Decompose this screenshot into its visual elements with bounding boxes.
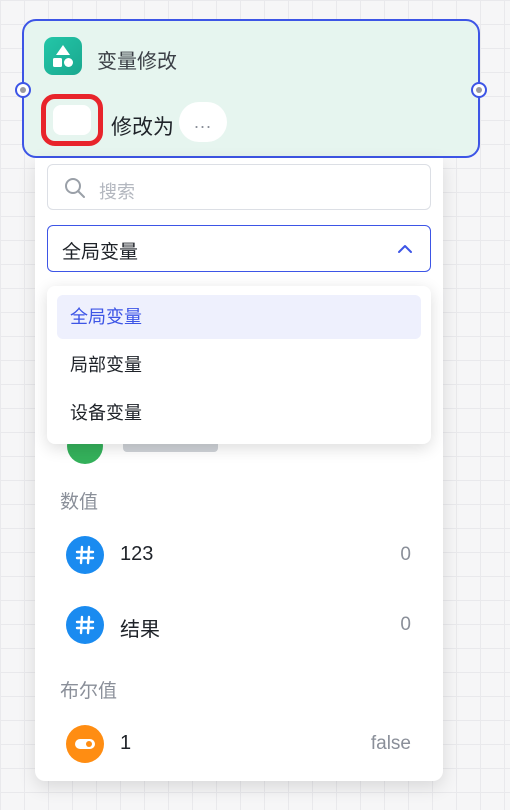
option-global-variables[interactable]: 全局变量 xyxy=(57,295,421,339)
variable-slot[interactable] xyxy=(41,94,103,146)
variable-value: false xyxy=(370,733,411,754)
variable-row[interactable]: 123 0 xyxy=(35,526,443,582)
shapes-icon xyxy=(44,37,82,75)
chevron-up-icon[interactable] xyxy=(396,240,414,263)
variable-slot-field[interactable] xyxy=(53,105,91,135)
option-device-variables[interactable]: 设备变量 xyxy=(57,391,421,435)
scope-options-menu: 全局变量 局部变量 设备变量 xyxy=(47,286,431,444)
variable-name: 1 xyxy=(120,732,132,754)
search-placeholder: 搜索 xyxy=(99,182,135,202)
input-port[interactable] xyxy=(15,82,31,98)
variable-modify-node[interactable]: 变量修改 修改为 ... xyxy=(15,19,487,158)
scope-select[interactable]: 全局变量 xyxy=(47,225,431,272)
section-label-boolean: 布尔值 xyxy=(60,681,118,702)
search-icon xyxy=(64,177,86,204)
toggle-icon xyxy=(66,725,104,763)
variable-picker-panel: 搜索 全局变量 全局变量 局部变量 设备变量 数值 123 0 结果 0 布尔值… xyxy=(35,158,443,781)
output-port[interactable] xyxy=(471,82,487,98)
value-chip[interactable]: ... xyxy=(179,102,227,142)
variable-value: 0 xyxy=(400,544,411,565)
search-input[interactable]: 搜索 xyxy=(47,164,431,210)
scope-select-value: 全局变量 xyxy=(62,242,139,263)
section-label-number: 数值 xyxy=(60,492,99,513)
node-title: 变量修改 xyxy=(97,51,177,73)
variable-name: 123 xyxy=(120,543,154,565)
variable-name: 结果 xyxy=(120,619,160,641)
variable-value: 0 xyxy=(400,614,411,635)
variable-row[interactable]: 结果 0 xyxy=(35,596,443,652)
hash-icon xyxy=(66,606,104,644)
modify-to-label: 修改为 xyxy=(111,116,174,139)
hash-icon xyxy=(66,536,104,574)
option-local-variables[interactable]: 局部变量 xyxy=(57,343,421,387)
variable-row[interactable]: 1 false xyxy=(35,715,443,771)
